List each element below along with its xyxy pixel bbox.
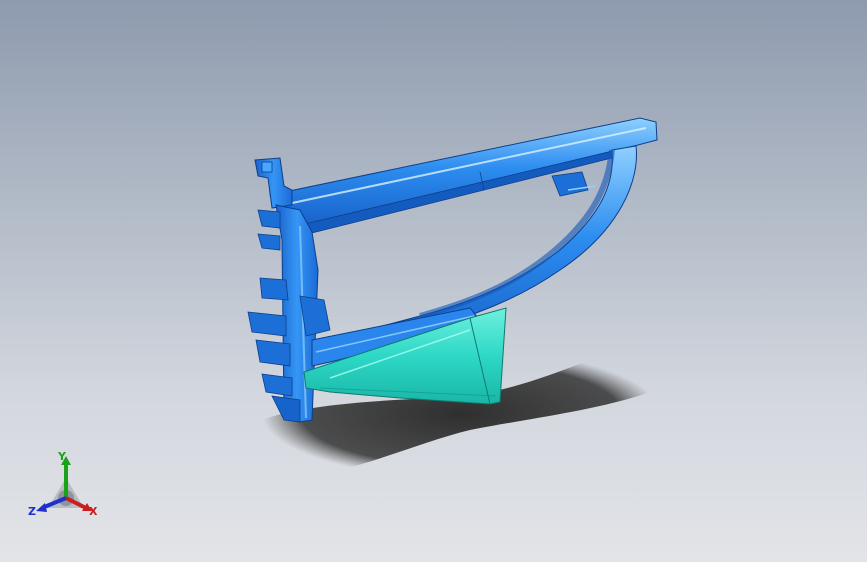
y-axis-label: Y [58,450,66,463]
x-axis-label: X [89,505,98,518]
3d-model[interactable] [0,0,867,562]
graphics-viewport[interactable]: Y X Z [0,0,867,562]
top-left-bracket [254,157,293,209]
z-axis-label: Z [28,505,36,518]
